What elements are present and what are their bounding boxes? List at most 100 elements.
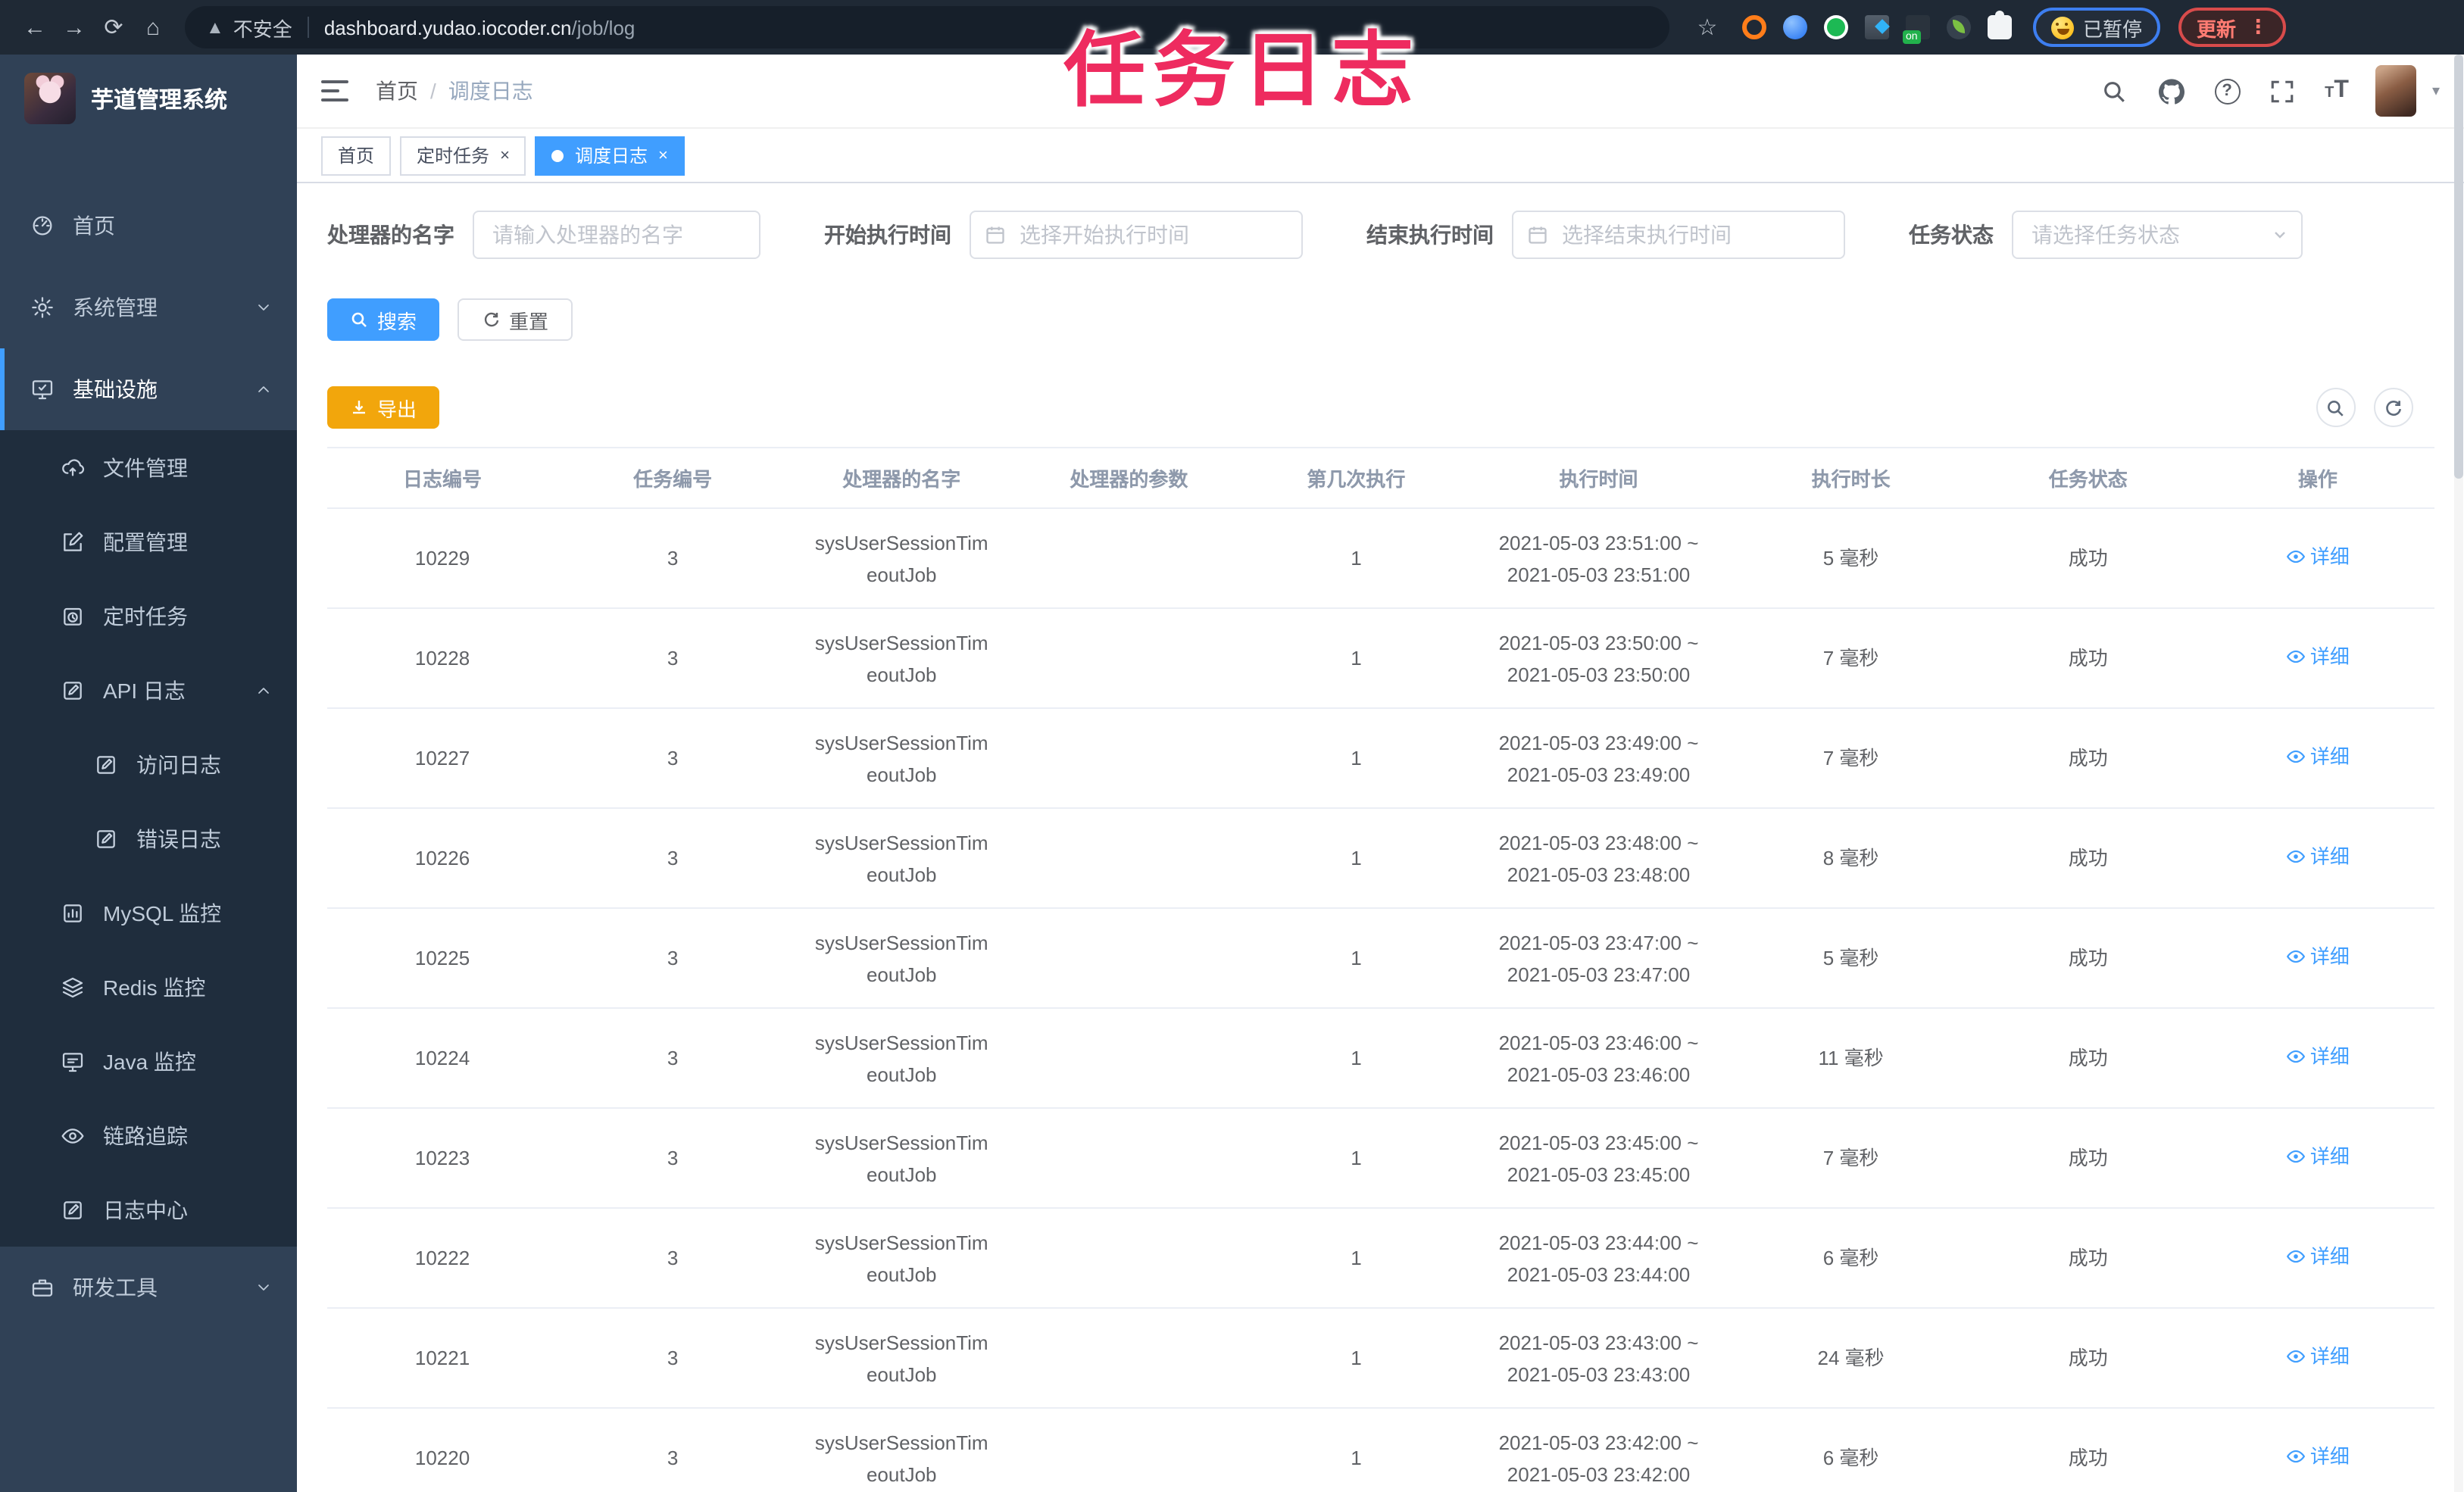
tag-job-log[interactable]: 调度日志 × (535, 136, 685, 175)
cell-job-id: 3 (557, 708, 789, 809)
cell-actions[interactable]: 详细 (2201, 1108, 2434, 1209)
page-scrollbar[interactable] (2453, 55, 2462, 1492)
search-icon[interactable] (2099, 76, 2129, 106)
refresh-table-button[interactable] (2373, 388, 2412, 427)
browser-menu-icon[interactable]: ⋮ (2248, 15, 2268, 39)
tags-view: 首页 定时任务 × 调度日志 × (297, 129, 2464, 183)
cell-actions[interactable]: 详细 (2201, 708, 2434, 809)
paused-badge[interactable]: 已暂停 (2033, 8, 2161, 47)
search-button[interactable]: 搜索 (327, 298, 440, 341)
detail-link[interactable]: 详细 (2286, 1341, 2350, 1372)
cell-round: 1 (1242, 608, 1470, 709)
sidebar-item-chart[interactable]: MySQL 监控 (0, 876, 297, 950)
detail-link[interactable]: 详细 (2286, 841, 2350, 872)
tag-timed-task[interactable]: 定时任务 × (400, 136, 526, 175)
start-time-input[interactable] (970, 211, 1303, 259)
cell-actions[interactable]: 详细 (2201, 908, 2434, 1009)
eye-icon (2286, 1350, 2305, 1363)
sidebar-item-label: 定时任务 (103, 604, 188, 628)
active-dot (551, 149, 564, 161)
home-icon[interactable]: ⌂ (133, 8, 173, 47)
tag-home[interactable]: 首页 (321, 136, 392, 175)
address-bar[interactable]: ▲ 不安全 dashboard.yudao.iocoder.cn/job/log (185, 6, 1669, 48)
cell-job-id: 3 (557, 1308, 789, 1409)
handler-name-input[interactable] (473, 211, 760, 259)
github-icon[interactable] (2156, 76, 2187, 106)
cell-actions[interactable]: 详细 (2201, 608, 2434, 709)
sidebar-item-log-edit[interactable]: 日志中心 (0, 1172, 297, 1247)
cell-actions[interactable]: 详细 (2201, 1308, 2434, 1409)
detail-link[interactable]: 详细 (2286, 1241, 2350, 1272)
table-row: 10228 3 sysUserSessionTim eoutJob 1 2021-05-0… (327, 608, 2434, 709)
detail-link[interactable]: 详细 (2286, 1440, 2350, 1472)
sidebar-item-layers[interactable]: Redis 监控 (0, 950, 297, 1024)
reset-button[interactable]: 重置 (458, 298, 573, 341)
sidebar-item-log-edit[interactable]: API 日志 (0, 653, 297, 727)
fullscreen-icon[interactable] (2267, 76, 2297, 106)
back-icon[interactable]: ← (15, 8, 55, 47)
update-button-label: 更新 (2197, 17, 2237, 40)
sidebar-item-gear[interactable]: 系统管理 (0, 267, 297, 348)
detail-link[interactable]: 详细 (2286, 741, 2350, 773)
timer-icon (61, 604, 85, 628)
cell-handler-name: sysUserSessionTim eoutJob (788, 808, 1016, 909)
cloud-upload-icon (61, 455, 85, 479)
breadcrumb-home[interactable]: 首页 (376, 76, 418, 106)
eye-icon (2286, 750, 2305, 763)
update-button[interactable]: 更新 ⋮ (2178, 8, 2287, 47)
cell-actions[interactable]: 详细 (2201, 1208, 2434, 1309)
logo-row[interactable]: 芋道管理系统 (0, 55, 297, 142)
bookmark-star-icon[interactable]: ☆ (1688, 8, 1727, 47)
cell-actions[interactable]: 详细 (2201, 808, 2434, 909)
cell-actions[interactable]: 详细 (2201, 1408, 2434, 1492)
reload-icon[interactable]: ⟳ (94, 8, 133, 47)
extension-icon-5[interactable] (1903, 15, 1930, 44)
sidebar-item-timer[interactable]: 定时任务 (0, 579, 297, 653)
detail-link[interactable]: 详细 (2286, 541, 2350, 573)
detail-link[interactable]: 详细 (2286, 1041, 2350, 1072)
sidebar-item-monitor[interactable]: Java 监控 (0, 1024, 297, 1098)
cell-handler-param (1015, 908, 1243, 1009)
extension-icon-1[interactable] (1742, 15, 1766, 39)
cell-actions[interactable]: 详细 (2201, 508, 2434, 609)
sidebar-item-dashboard[interactable]: 首页 (0, 185, 297, 267)
col-handler-param: 处理器的参数 (1015, 448, 1243, 509)
close-icon[interactable]: × (500, 146, 510, 164)
detail-link[interactable]: 详细 (2286, 641, 2350, 673)
forward-icon[interactable]: → (55, 8, 94, 47)
extension-icon-3[interactable] (1824, 15, 1848, 39)
job-status-select[interactable] (2012, 211, 2303, 259)
help-icon[interactable]: ? (2214, 78, 2241, 104)
hamburger-icon[interactable] (321, 80, 348, 101)
puzzle-extension-icon[interactable] (1988, 11, 2012, 39)
table-toolbar: 导出 (327, 386, 2434, 429)
extension-icon-2[interactable] (1783, 15, 1807, 39)
sidebar-item-log-edit[interactable]: 访问日志 (0, 727, 297, 801)
sidebar-item-toolbox[interactable]: 研发工具 (0, 1247, 297, 1328)
cell-duration: 6 毫秒 (1727, 1208, 1975, 1309)
sidebar-item-edit[interactable]: 配置管理 (0, 504, 297, 579)
detail-link[interactable]: 详细 (2286, 1141, 2350, 1172)
toggle-search-button[interactable] (2316, 388, 2355, 427)
scrollbar-thumb[interactable] (2453, 55, 2462, 479)
log-edit-icon (61, 678, 85, 702)
sidebar-item-log-edit[interactable]: 错误日志 (0, 801, 297, 876)
table-row: 10226 3 sysUserSessionTim eoutJob 1 2021-05-0… (327, 808, 2434, 909)
sidebar-item-eye[interactable]: 链路追踪 (0, 1098, 297, 1172)
user-avatar[interactable] (2375, 65, 2417, 117)
extension-icon-6[interactable] (1947, 15, 1971, 39)
tag-label: 首页 (338, 145, 375, 167)
avatar-caret-icon[interactable]: ▾ (2432, 83, 2440, 99)
detail-link[interactable]: 详细 (2286, 941, 2350, 972)
sidebar-item-cloud-upload[interactable]: 文件管理 (0, 430, 297, 504)
cell-duration: 7 毫秒 (1727, 1108, 1975, 1209)
export-button[interactable]: 导出 (327, 386, 440, 429)
sidebar-item-monitor-check[interactable]: 基础设施 (0, 348, 297, 430)
extension-icon-4[interactable] (1865, 15, 1889, 39)
font-size-icon[interactable]: TT (2325, 77, 2349, 105)
security-label[interactable]: 不安全 (233, 13, 292, 42)
end-time-input[interactable] (1512, 211, 1845, 259)
cell-actions[interactable]: 详细 (2201, 1008, 2434, 1109)
cell-log-id: 10220 (327, 1408, 558, 1492)
close-icon[interactable]: × (658, 146, 668, 164)
